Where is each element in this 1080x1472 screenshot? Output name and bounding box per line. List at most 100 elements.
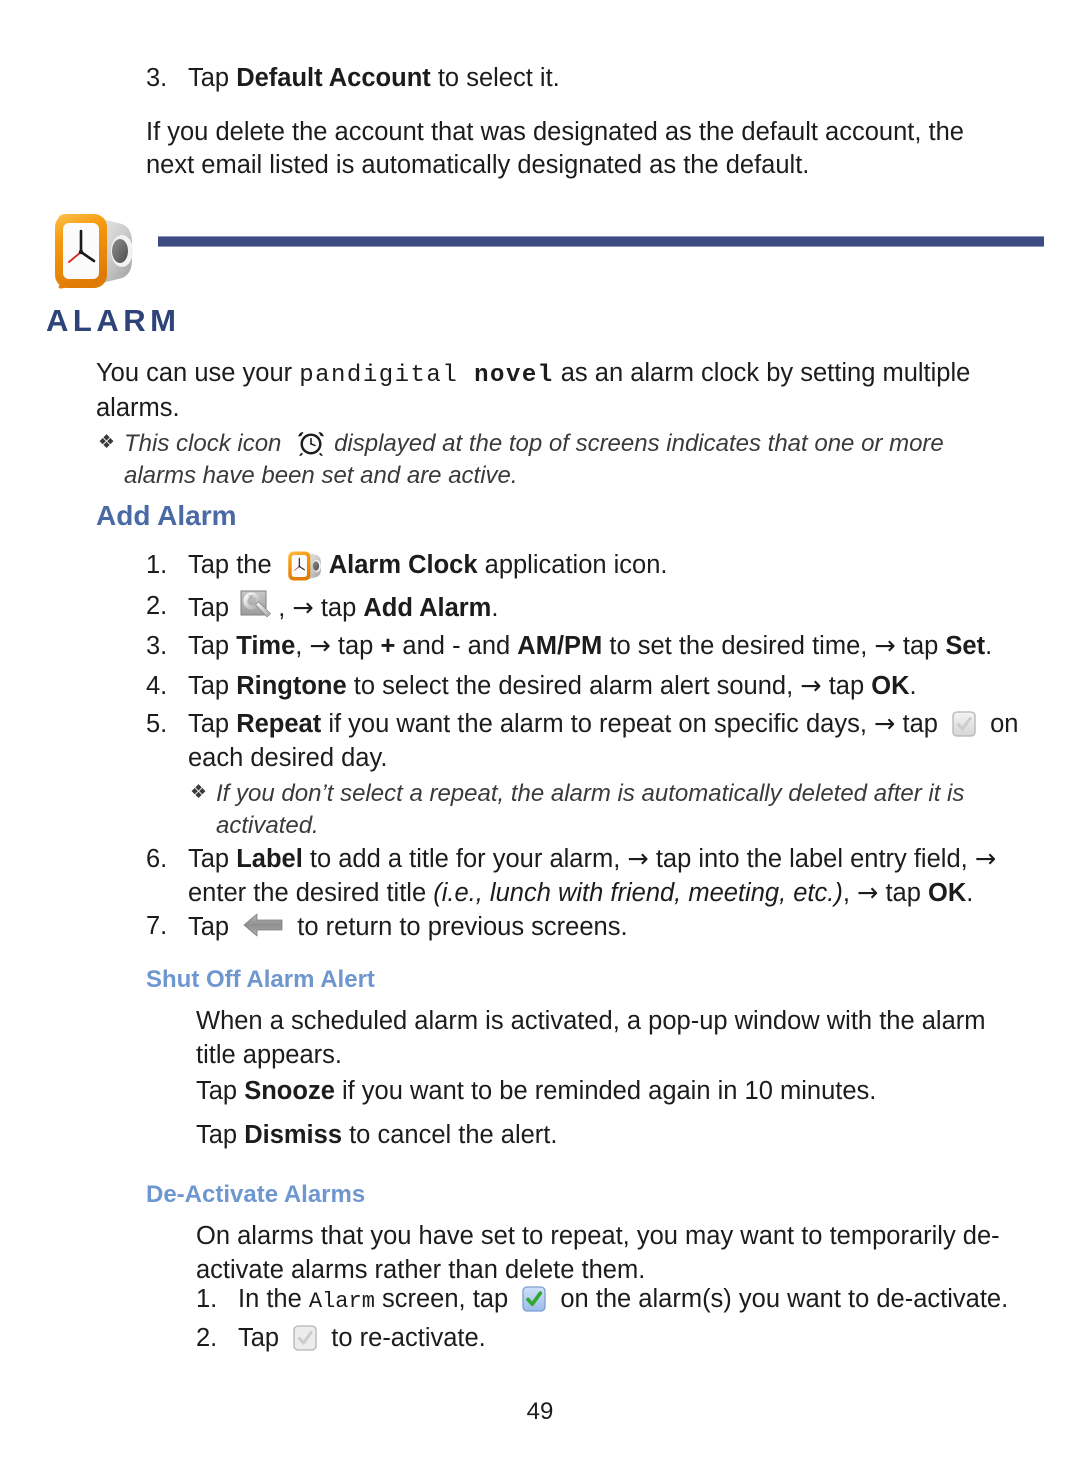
step3-mid4: and (460, 632, 518, 660)
step2-bold-term: Add Alarm (363, 594, 492, 622)
step3-bold-set: Set (945, 632, 986, 660)
brand-name-regular: pandigital (299, 362, 459, 389)
list-item-text: Tap Time, → tap + and - and AM/PM to set… (188, 630, 1036, 664)
arrow-glyph: → (627, 844, 649, 874)
alarm-clock-3d-icon (288, 551, 321, 581)
dismiss-prefix: Tap (196, 1121, 245, 1149)
bullet-marker: ❖ (190, 781, 208, 803)
de-activate-paragraph: On alarms that you have set to repeat, y… (196, 1222, 1000, 1284)
list-item-text: Tap Ringtone to select the desired alarm… (188, 670, 1036, 704)
step1-prefix: Tap the (188, 551, 279, 579)
checkbox-unchecked-icon (952, 711, 976, 737)
step-suffix: to select it. (430, 64, 560, 92)
step6-prefix: Tap (188, 845, 237, 873)
list-item-text: Tap , → tap Add Alarm. (188, 590, 1026, 626)
arrow-glyph: → (292, 593, 314, 623)
list-item-text: Tap to re-activate. (238, 1322, 1031, 1356)
list-item-number: 3. (146, 632, 168, 660)
step2-prefix: Tap (188, 594, 237, 622)
brand-name-bold: novel (474, 362, 554, 389)
step4-mid2: tap (821, 672, 872, 700)
list-item-number: 7. (146, 912, 168, 940)
alarm-clock-3d-icon (55, 214, 133, 289)
step6-mid2: tap into the label entry field, (648, 845, 975, 873)
step3-prefix: Tap (188, 632, 237, 660)
snooze-bold-term: Snooze (244, 1077, 335, 1105)
snooze-suffix: if you want to be reminded again in 10 m… (334, 1077, 877, 1105)
alarm-intro-paragraph: You can use your pandigital novel as an … (96, 357, 1011, 425)
shut-off-paragraph-2: Tap Snooze if you want to be reminded ag… (196, 1075, 1026, 1109)
step3-suffix: . (985, 632, 993, 660)
step6-mid3: enter the desired title (188, 878, 434, 907)
clock-icon-note: ❖ This clock icon displayed at the top o… (98, 428, 998, 492)
step1-suffix: application icon. (477, 551, 668, 579)
step3-bold-plus: + (380, 632, 396, 660)
list-item-number: 4. (146, 672, 168, 700)
list-item-number: 3. (146, 64, 168, 92)
step2-mid: tap (313, 594, 364, 622)
step5-mid2: tap (895, 710, 946, 738)
list-item: 2. Tap to re-activate. (196, 1322, 1031, 1356)
list-item-number: 6. (146, 845, 168, 873)
intro-paragraph: If you delete the account that was desig… (146, 117, 964, 180)
dismiss-suffix: to cancel the alert. (342, 1121, 558, 1149)
deact2-suffix: to re-activate. (324, 1324, 486, 1352)
step3-mid2: tap (330, 632, 381, 660)
repeat-note: ❖ If you don’t select a repeat, the alar… (190, 778, 1030, 842)
checkbox-checked-green-icon (522, 1286, 546, 1312)
list-item-number: 2. (196, 1324, 218, 1352)
arrow-glyph: → (874, 709, 896, 739)
step3-bold-time: Time (236, 632, 296, 660)
list-item: 5. Tap Repeat if you want the alarm to r… (146, 708, 1036, 775)
list-item-text: Tap Label to add a title for your alarm,… (188, 843, 1036, 910)
arrow-glyph: → (309, 631, 331, 661)
page-number: 49 (526, 1398, 554, 1425)
list-item: 1. In the Alarm screen, tap on the alarm… (196, 1283, 1031, 1317)
checkbox-unchecked-icon (293, 1325, 317, 1351)
list-item: 6. Tap Label to add a title for your ala… (146, 843, 1036, 910)
step5-mid1: if you want the alarm to repeat on speci… (321, 710, 875, 738)
step4-prefix: Tap (188, 672, 237, 700)
list-item: 4. Tap Ringtone to select the desired al… (146, 670, 1036, 704)
alarm-intro-prefix: You can use your (96, 359, 300, 387)
list-item-text: Tap Default Account to select it. (188, 62, 1006, 96)
step6-bold-ok: OK (928, 878, 967, 907)
list-item-number: 1. (146, 551, 168, 579)
heading-de-activate-alarms: De-Activate Alarms (146, 1181, 366, 1208)
step3-minus: - (452, 632, 461, 660)
arrow-glyph: → (874, 631, 896, 661)
step4-suffix: . (909, 672, 917, 700)
heading-add-alarm: Add Alarm (96, 500, 237, 531)
step3-mid6: tap (895, 632, 946, 660)
list-item-text: In the Alarm screen, tap on the alarm(s)… (238, 1283, 1031, 1317)
step4-bold-ringtone: Ringtone (236, 672, 347, 700)
step3-mid5: to set the desired time, (602, 632, 875, 660)
step1-bold-term: Alarm Clock (328, 551, 478, 579)
deact1-suffix: on the alarm(s) you want to de-activate. (553, 1285, 1009, 1313)
deact1-screen-name: Alarm (308, 1289, 375, 1314)
back-arrow-icon (243, 913, 283, 937)
list-item-text: Tap to return to previous screens. (188, 910, 1036, 945)
step-prefix: Tap (188, 64, 237, 92)
step4-mid1: to select the desired alarm alert sound, (346, 672, 801, 700)
step5-prefix: Tap (188, 710, 237, 738)
step-bold-term: Default Account (236, 64, 431, 92)
list-item-text: Tap Repeat if you want the alarm to repe… (188, 708, 1036, 775)
step6-mid5: tap (878, 878, 928, 907)
deact1-mid: screen, tap (374, 1285, 516, 1313)
list-item: 1. Tap the Alarm Clock application icon. (146, 549, 1026, 583)
step6-mid1: to add a title for your alarm, (302, 845, 628, 873)
step6-mid4: , (842, 878, 857, 907)
list-item-text: Tap the Alarm Clock application icon. (188, 549, 1026, 583)
deact1-prefix: In the (238, 1285, 309, 1313)
list-item: 7. Tap to return to previous screens. (146, 910, 1036, 945)
shut-off-paragraph-3: Tap Dismiss to cancel the alert. (196, 1119, 1026, 1153)
step2-suffix: . (491, 594, 499, 622)
alarm-clock-glyph-icon (298, 431, 324, 456)
list-item-number: 2. (146, 592, 168, 620)
list-item-number: 1. (196, 1285, 218, 1313)
step5-bold-repeat: Repeat (236, 710, 322, 738)
arrow-glyph: → (800, 671, 822, 701)
step3-bold-ampm: AM/PM (517, 632, 603, 660)
dismiss-bold-term: Dismiss (244, 1121, 343, 1149)
